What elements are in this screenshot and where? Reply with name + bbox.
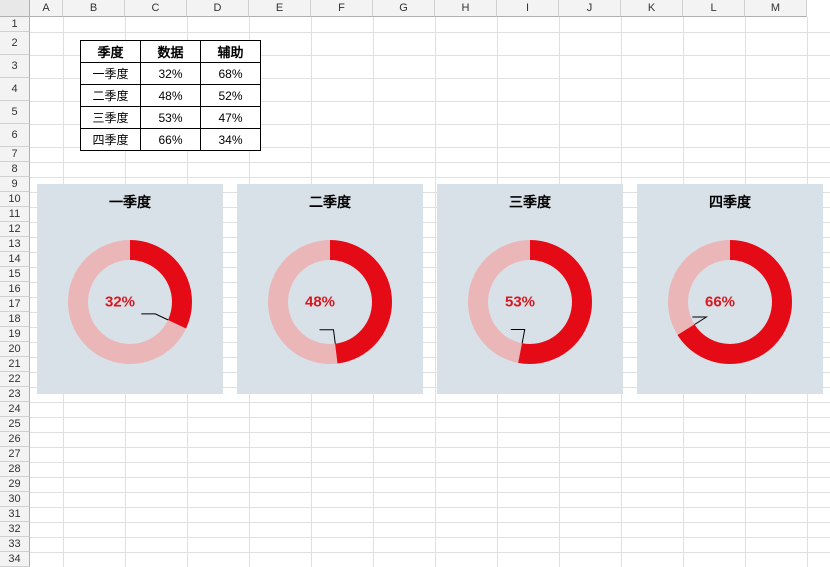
col-header-B[interactable]: B <box>63 0 125 17</box>
row-header-34[interactable]: 34 <box>0 552 30 567</box>
row-header-6[interactable]: 6 <box>0 124 30 147</box>
row-header-2[interactable]: 2 <box>0 32 30 55</box>
row-header-27[interactable]: 27 <box>0 447 30 462</box>
row-header-15[interactable]: 15 <box>0 267 30 282</box>
chart-title: 一季度 <box>37 184 223 212</box>
row-header-22[interactable]: 22 <box>0 372 30 387</box>
chart-card-2: 二季度 48% <box>237 184 423 394</box>
row-header-25[interactable]: 25 <box>0 417 30 432</box>
row-header-1[interactable]: 1 <box>0 17 30 32</box>
row-header-4[interactable]: 4 <box>0 78 30 101</box>
table-cell: 32% <box>141 63 201 85</box>
chart-title: 四季度 <box>637 184 823 212</box>
row-header-18[interactable]: 18 <box>0 312 30 327</box>
table-header: 辅助 <box>201 41 261 63</box>
col-header-J[interactable]: J <box>559 0 621 17</box>
donut-value-label: 32% <box>105 294 135 311</box>
table-header: 季度 <box>81 41 141 63</box>
row-header-13[interactable]: 13 <box>0 237 30 252</box>
donut-chart: 53% <box>437 212 623 392</box>
donut-value-label: 48% <box>305 294 335 311</box>
col-header-C[interactable]: C <box>125 0 187 17</box>
row-header-20[interactable]: 20 <box>0 342 30 357</box>
row-header-19[interactable]: 19 <box>0 327 30 342</box>
col-header-G[interactable]: G <box>373 0 435 17</box>
table-cell: 一季度 <box>81 63 141 85</box>
table-cell: 三季度 <box>81 107 141 129</box>
col-header-A[interactable]: A <box>30 0 63 17</box>
table-cell: 48% <box>141 85 201 107</box>
table-cell: 53% <box>141 107 201 129</box>
chart-title: 二季度 <box>237 184 423 212</box>
donut-chart: 32% <box>37 212 223 392</box>
row-header-30[interactable]: 30 <box>0 492 30 507</box>
table-cell: 二季度 <box>81 85 141 107</box>
table-cell: 68% <box>201 63 261 85</box>
row-header-29[interactable]: 29 <box>0 477 30 492</box>
row-header-26[interactable]: 26 <box>0 432 30 447</box>
chart-card-1: 一季度 32% <box>37 184 223 394</box>
donut-chart: 48% <box>237 212 423 392</box>
row-header-32[interactable]: 32 <box>0 522 30 537</box>
row-header-24[interactable]: 24 <box>0 402 30 417</box>
table-cell: 四季度 <box>81 129 141 151</box>
donut-chart: 66% <box>637 212 823 392</box>
col-header-H[interactable]: H <box>435 0 497 17</box>
table-row: 二季度48%52% <box>81 85 261 107</box>
col-header-M[interactable]: M <box>745 0 807 17</box>
row-header-14[interactable]: 14 <box>0 252 30 267</box>
row-header-31[interactable]: 31 <box>0 507 30 522</box>
row-header-16[interactable]: 16 <box>0 282 30 297</box>
col-header-D[interactable]: D <box>187 0 249 17</box>
row-header-33[interactable]: 33 <box>0 537 30 552</box>
table-cell: 66% <box>141 129 201 151</box>
row-header-5[interactable]: 5 <box>0 101 30 124</box>
data-table: 季度数据辅助一季度32%68%二季度48%52%三季度53%47%四季度66%3… <box>80 40 261 151</box>
row-header-9[interactable]: 9 <box>0 177 30 192</box>
table-cell: 47% <box>201 107 261 129</box>
row-header-17[interactable]: 17 <box>0 297 30 312</box>
col-header-L[interactable]: L <box>683 0 745 17</box>
donut-value-label: 66% <box>705 294 735 311</box>
col-header-I[interactable]: I <box>497 0 559 17</box>
table-cell: 52% <box>201 85 261 107</box>
table-row: 四季度66%34% <box>81 129 261 151</box>
row-header-10[interactable]: 10 <box>0 192 30 207</box>
row-header-11[interactable]: 11 <box>0 207 30 222</box>
chart-title: 三季度 <box>437 184 623 212</box>
row-header-12[interactable]: 12 <box>0 222 30 237</box>
row-header-21[interactable]: 21 <box>0 357 30 372</box>
table-cell: 34% <box>201 129 261 151</box>
table-row: 一季度32%68% <box>81 63 261 85</box>
row-header-28[interactable]: 28 <box>0 462 30 477</box>
col-header-E[interactable]: E <box>249 0 311 17</box>
donut-value-label: 53% <box>505 294 535 311</box>
grid-corner <box>0 0 30 17</box>
col-header-K[interactable]: K <box>621 0 683 17</box>
table-header: 数据 <box>141 41 201 63</box>
chart-card-4: 四季度 66% <box>637 184 823 394</box>
row-header-7[interactable]: 7 <box>0 147 30 162</box>
row-header-23[interactable]: 23 <box>0 387 30 402</box>
col-header-F[interactable]: F <box>311 0 373 17</box>
table-row: 三季度53%47% <box>81 107 261 129</box>
chart-card-3: 三季度 53% <box>437 184 623 394</box>
row-header-8[interactable]: 8 <box>0 162 30 177</box>
row-header-3[interactable]: 3 <box>0 55 30 78</box>
